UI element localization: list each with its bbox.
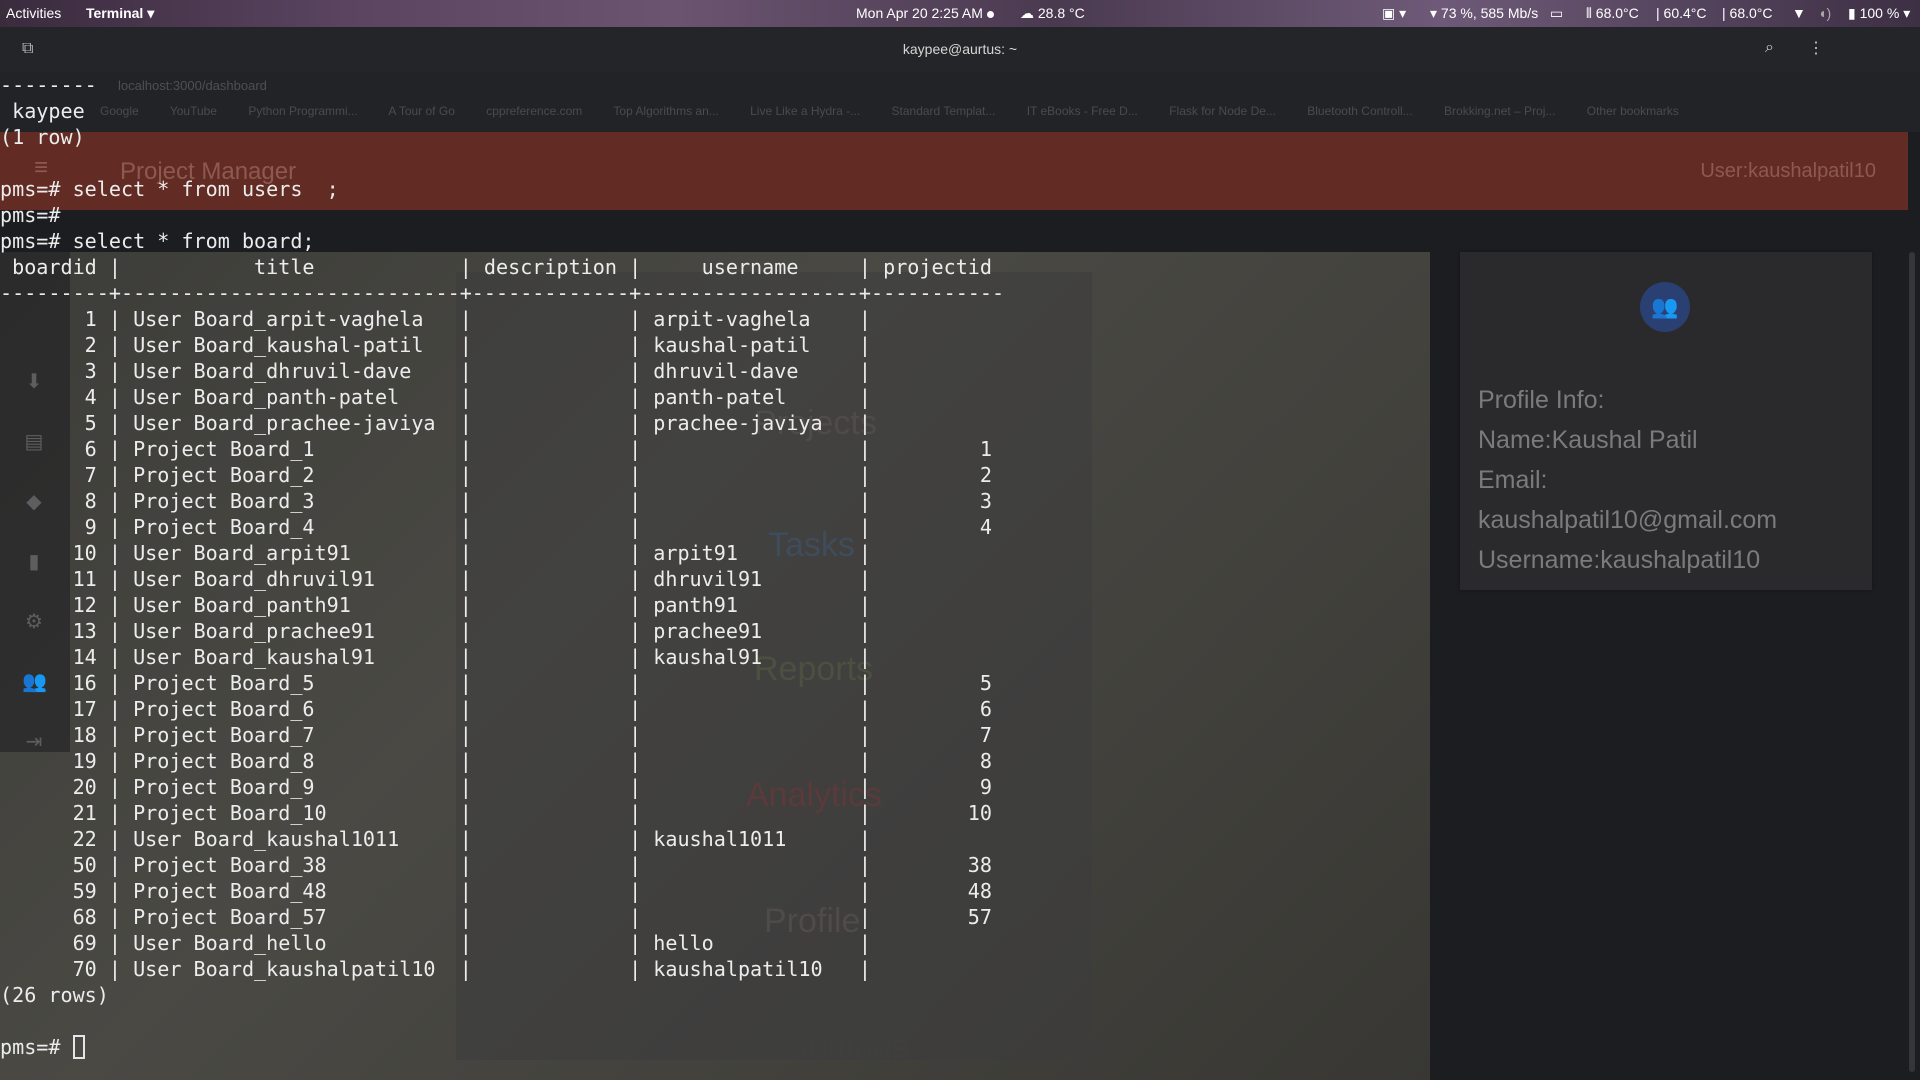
terminal-line: 2 | User Board_kaushal-patil | | kaushal…	[0, 333, 872, 357]
terminal-line: 5 | User Board_prachee-javiya | | prache…	[0, 411, 872, 435]
temperature-indicator-3[interactable]: | 68.0°C	[1722, 0, 1773, 27]
terminal-line: 17 | Project Board_6 | | | 6	[0, 697, 992, 721]
weather-indicator[interactable]: ☁ 28.8 °C	[1020, 0, 1085, 27]
terminal-line: 50 | Project Board_38 | | | 38	[0, 853, 992, 877]
terminal-line: 69 | User Board_hello | | hello |	[0, 931, 872, 955]
search-icon[interactable]: ⌕	[1765, 39, 1774, 57]
terminal-line: 22 | User Board_kaushal1011 | | kaushal1…	[0, 827, 872, 851]
terminal-lines: -------- kaypee (1 row) pms=# select * fr…	[0, 72, 1920, 1034]
temp-text-2: 60.4°C	[1663, 5, 1707, 21]
weather-text: 28.8 °C	[1037, 5, 1085, 21]
terminal-line: 16 | Project Board_5 | | | 5	[0, 671, 992, 695]
terminal-line: (1 row)	[0, 125, 85, 149]
terminal-line: 14 | User Board_kaushal91 | | kaushal91 …	[0, 645, 872, 669]
thermometer-icon: |	[1656, 5, 1660, 21]
network-speed-text: 73 %, 585 Mb/s	[1440, 5, 1539, 21]
prompt-text: pms=#	[0, 1035, 73, 1059]
terminal-line: 13 | User Board_prachee91 | | prachee91 …	[0, 619, 872, 643]
terminal-line: --------	[0, 73, 97, 97]
terminal-line: 19 | Project Board_8 | | | 8	[0, 749, 992, 773]
terminal-line: pms=# select * from board;	[0, 229, 315, 253]
terminal-line: boardid | title | description | username…	[0, 255, 992, 279]
terminal-line: 3 | User Board_dhruvil-dave | | dhruvil-…	[0, 359, 872, 383]
terminal-line: ---------+----------------------------+-…	[0, 281, 1005, 305]
cloud-icon: ☁	[1020, 5, 1034, 21]
thermometer-icon: |	[1722, 5, 1726, 21]
terminal-line: 21 | Project Board_10 | | | 10	[0, 801, 992, 825]
app-menu-button[interactable]: Terminal ▾	[86, 0, 154, 27]
terminal-line: 59 | Project Board_48 | | | 48	[0, 879, 992, 903]
terminal-line: 70 | User Board_kaushalpatil10 | | kaush…	[0, 957, 872, 981]
terminal-line: 7 | Project Board_2 | | | 2	[0, 463, 992, 487]
terminal-line: 6 | Project Board_1 | | | 1	[0, 437, 992, 461]
terminal-line: kaypee	[0, 99, 85, 123]
terminal-line: 68 | Project Board_57 | | | 57	[0, 905, 992, 929]
terminal-line: pms=# select * from users ;	[0, 177, 339, 201]
clock[interactable]: Mon Apr 20 2:25 AM	[856, 0, 994, 27]
window-title: kaypee@aurtus: ~	[902, 41, 1018, 57]
terminal-line: 20 | Project Board_9 | | | 9	[0, 775, 992, 799]
terminal-line: 1 | User Board_arpit-vaghela | | arpit-v…	[0, 307, 872, 331]
battery-indicator[interactable]: ▮ 100 % ▾	[1848, 0, 1910, 27]
terminal-line: 18 | Project Board_7 | | | 7	[0, 723, 992, 747]
wifi-icon: ▾	[1430, 5, 1438, 21]
temperature-indicator-2[interactable]: | 60.4°C	[1656, 0, 1707, 27]
menu-kebab-icon[interactable]: ⋮	[1808, 38, 1824, 58]
battery-icon: ▮	[1848, 5, 1856, 21]
terminal-line: 11 | User Board_dhruvil91 | | dhruvil91 …	[0, 567, 872, 591]
terminal-line: pms=#	[0, 203, 61, 227]
memory-icon: ▭	[1542, 5, 1564, 21]
terminal-header-bar: ⧉ kaypee@aurtus: ~ ⌕ ⋮	[0, 27, 1920, 72]
system-top-bar: Activities Terminal ▾ Mon Apr 20 2:25 AM…	[0, 0, 1920, 27]
terminal-line: 4 | User Board_panth-patel | | panth-pat…	[0, 385, 872, 409]
network-speed-indicator[interactable]: ▾ 73 %, 585 Mb/s ▭	[1430, 0, 1563, 27]
wifi-status-icon[interactable]: ▼	[1792, 0, 1806, 27]
clock-text: Mon Apr 20 2:25 AM	[856, 5, 983, 21]
temp-text-3: 68.0°C	[1729, 5, 1773, 21]
battery-text: 100 %	[1859, 5, 1900, 21]
volume-icon[interactable]: ◖)	[1818, 0, 1831, 27]
terminal-line: 10 | User Board_arpit91 | | arpit91 |	[0, 541, 872, 565]
text-cursor	[72, 1035, 85, 1059]
screen-indicator-icon[interactable]: ▣ ▾	[1382, 0, 1406, 27]
temp-text-1: 68.0°C	[1595, 5, 1639, 21]
terminal-line: 8 | Project Board_3 | | | 3	[0, 489, 992, 513]
prompt-line[interactable]: pms=#	[0, 1034, 1920, 1060]
terminal-output[interactable]: -------- kaypee (1 row) pms=# select * fr…	[0, 72, 1920, 1080]
terminal-line: (26 rows)	[0, 983, 109, 1007]
temperature-indicator-1[interactable]: ⫴ 68.0°C	[1586, 0, 1639, 27]
activities-button[interactable]: Activities	[6, 0, 61, 27]
terminal-line: 12 | User Board_panth91 | | panth91 |	[0, 593, 872, 617]
notification-dot-icon	[986, 10, 994, 18]
thermometer-icon: ⫴	[1586, 5, 1592, 21]
terminal-line: 9 | Project Board_4 | | | 4	[0, 515, 992, 539]
